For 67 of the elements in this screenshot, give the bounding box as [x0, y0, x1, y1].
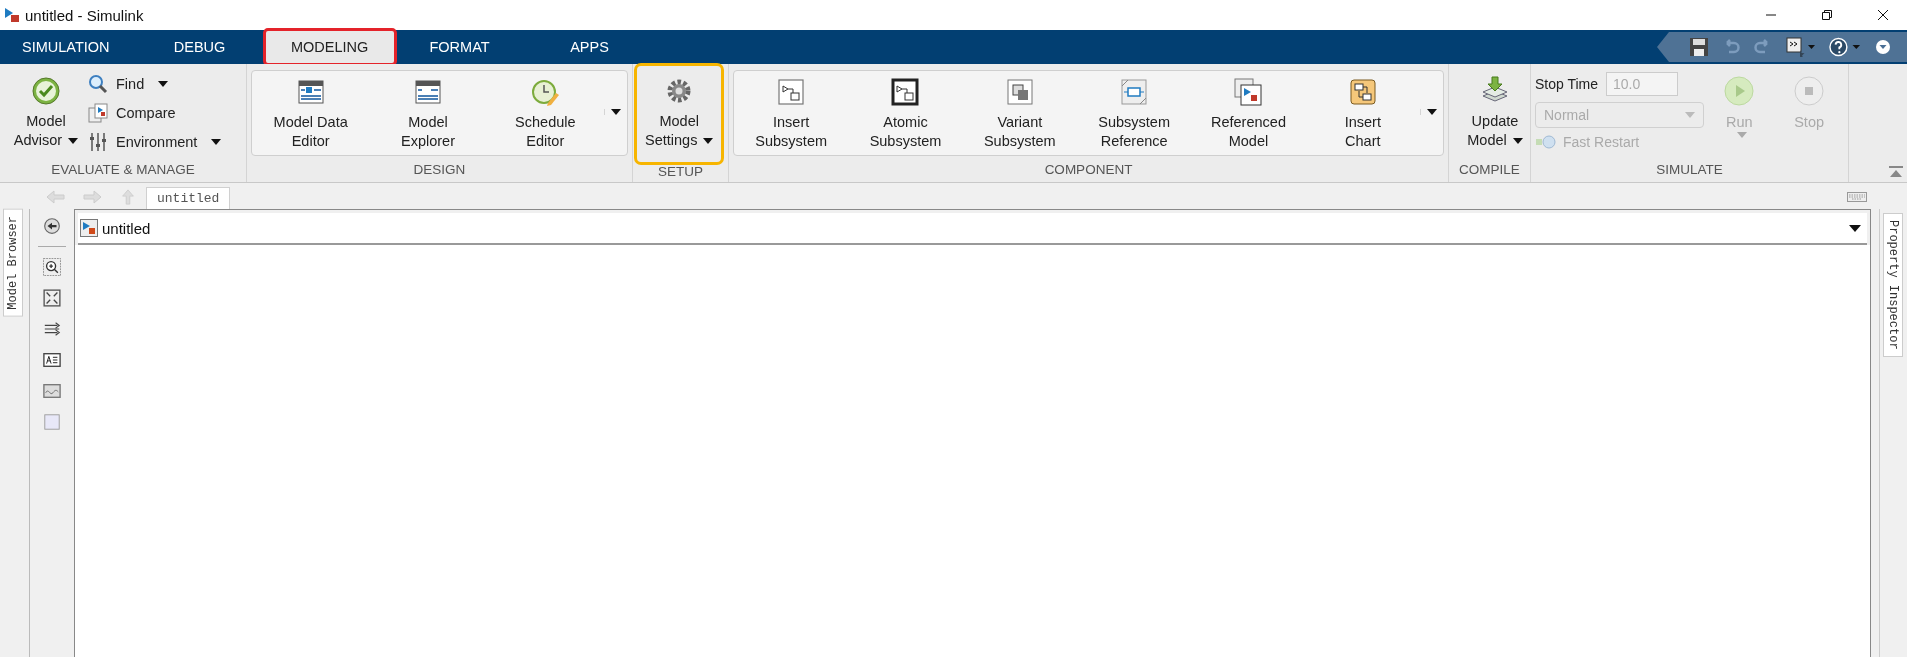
model-icon: [80, 219, 98, 237]
compare-icon: [88, 103, 108, 123]
address-bar[interactable]: untitled: [78, 213, 1867, 245]
ribbon-button[interactable]: Insert Chart: [1305, 71, 1420, 155]
ribbon-button[interactable]: Find: [88, 72, 222, 96]
ribbon-button[interactable]: Subsystem Reference: [1077, 71, 1192, 155]
ribbon-button[interactable]: Insert Subsystem: [734, 71, 849, 155]
save-icon[interactable]: [1689, 37, 1709, 57]
ribbon-button[interactable]: Update Model: [1453, 70, 1537, 152]
ribbon-tab[interactable]: APPS: [524, 30, 655, 64]
close-icon[interactable]: [1877, 9, 1889, 21]
ribbon-button[interactable]: Referenced Model: [1191, 71, 1306, 155]
collapse-ribbon-icon[interactable]: [1889, 166, 1903, 178]
back-circle-icon[interactable]: [43, 217, 61, 235]
ribbon-button[interactable]: Model Data Editor: [252, 71, 370, 155]
ribbon-button[interactable]: Schedule Editor: [486, 71, 604, 155]
dropdown-circle-icon[interactable]: [1873, 37, 1893, 57]
ribbon-button[interactable]: Model Advisor: [4, 70, 88, 152]
restore-icon[interactable]: [1821, 9, 1833, 21]
ribbon-button[interactable]: Model Settings: [637, 66, 722, 162]
ribbon-button[interactable]: Variant Subsystem: [962, 71, 1077, 155]
check-icon: [31, 76, 61, 106]
clock-icon: [530, 77, 561, 107]
fit-view-icon[interactable]: [43, 289, 61, 307]
variant-block-icon: [1004, 77, 1035, 107]
section-title: EVALUATE & MANAGE: [50, 161, 196, 179]
document-tab[interactable]: untitled: [146, 187, 231, 209]
section-title: COMPILE: [1458, 161, 1521, 179]
section-title: SIMULATE: [1655, 161, 1724, 179]
stop-time-label: Stop Time: [1535, 76, 1599, 92]
section-title: SETUP: [657, 163, 704, 181]
model-browser-tab[interactable]: Model Browser: [3, 209, 23, 317]
ribbon-button[interactable]: Compare: [88, 101, 222, 125]
caret-icon: [1849, 224, 1861, 232]
caret-icon[interactable]: [604, 109, 621, 115]
app-icon: [4, 7, 20, 23]
caret-icon[interactable]: [1420, 109, 1437, 115]
window-title: untitled - Simulink: [25, 6, 144, 24]
property-inspector-tab[interactable]: Property Inspector: [1883, 213, 1903, 357]
zoom-icon[interactable]: [43, 258, 61, 276]
section-title: COMPONENT: [1043, 161, 1134, 179]
chart-block-icon: [1347, 77, 1378, 107]
table-window-icon: [413, 77, 443, 107]
model-block-icon: [1233, 77, 1264, 107]
reference-block-icon: [1119, 77, 1150, 107]
arrows-icon[interactable]: [43, 320, 61, 338]
subsystem-block-icon: [776, 77, 807, 107]
ribbon-tab[interactable]: FORMAT: [394, 30, 525, 64]
shortcut-icon[interactable]: [1785, 37, 1817, 57]
ribbon-tab[interactable]: MODELING: [264, 30, 395, 64]
ribbon-button[interactable]: Model Explorer: [369, 71, 487, 155]
search-icon: [88, 74, 108, 94]
help-icon[interactable]: [1829, 37, 1861, 57]
ribbon-button[interactable]: Atomic Subsystem: [848, 71, 963, 155]
restart-icon: [1535, 134, 1557, 150]
subsystem-block-icon: [890, 77, 921, 107]
annotation-icon[interactable]: [43, 351, 61, 369]
ribbon-tab[interactable]: SIMULATION: [0, 30, 135, 64]
caret-icon: [1685, 112, 1696, 118]
ribbon-tab[interactable]: DEBUG: [134, 30, 265, 64]
section-title: DESIGN: [412, 161, 467, 179]
play-icon: [1724, 76, 1755, 106]
image-icon[interactable]: [43, 382, 61, 400]
sliders-icon: [88, 132, 108, 152]
stop-icon: [1794, 76, 1825, 106]
table-window-icon: [295, 77, 326, 107]
ribbon-button[interactable]: Environment: [88, 130, 222, 154]
